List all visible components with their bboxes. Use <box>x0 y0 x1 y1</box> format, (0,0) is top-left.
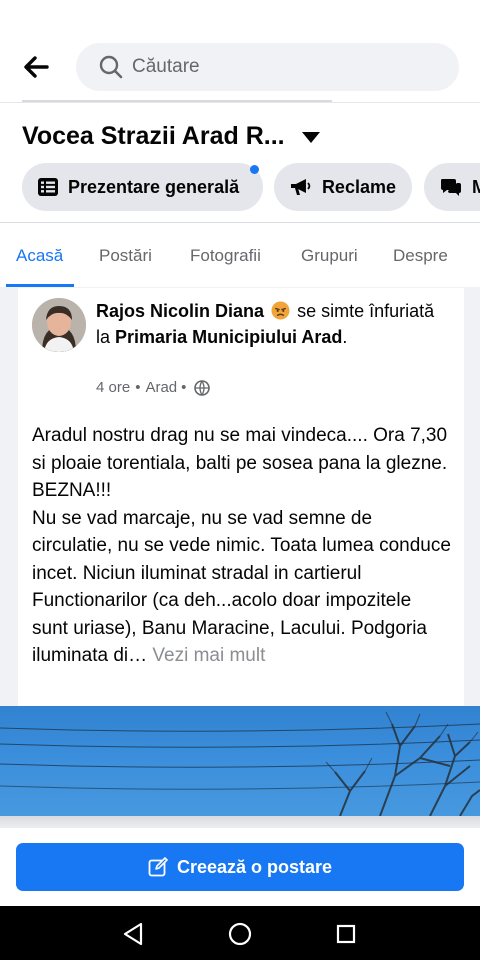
overview-pill-label: Prezentare generală <box>68 176 240 197</box>
post-time[interactable]: 4 ore <box>96 379 130 396</box>
back-button[interactable] <box>18 50 54 84</box>
create-post-button[interactable]: Creează o postare <box>16 843 464 891</box>
triangle-back-icon <box>123 922 143 946</box>
post-period: . <box>342 327 348 347</box>
back-arrow-icon <box>24 56 49 78</box>
globe-icon <box>194 379 211 396</box>
page-actions-bar: Prezentare generală Reclame M <box>22 163 480 211</box>
tab-photos[interactable]: Fotografii <box>190 246 261 266</box>
post-image[interactable] <box>0 706 480 816</box>
meta-separator: • <box>135 379 141 396</box>
post-meta: 4 ore • Arad • <box>96 379 211 396</box>
edit-icon <box>148 857 168 877</box>
page-title-row[interactable]: Vocea Strazii Arad R... <box>22 122 321 151</box>
angry-emoji-icon <box>271 301 290 320</box>
search-input[interactable]: Căutare <box>76 43 459 91</box>
tab-groups[interactable]: Grupuri <box>301 246 358 266</box>
page-tabs: Acasă Postări Fotografii Grupuri Despre <box>0 236 480 287</box>
post-text: Aradul nostru drag nu se mai vindeca....… <box>32 422 452 670</box>
tab-home[interactable]: Acasă <box>16 246 63 266</box>
create-post-bar: Creează o postare <box>0 828 480 906</box>
post-header: Rajos Nicolin Diana se simte înfuriată l… <box>96 298 446 350</box>
top-bar: Căutare <box>0 0 480 100</box>
messages-pill[interactable]: M <box>424 163 480 211</box>
ads-pill-label: Reclame <box>321 176 396 197</box>
overview-pill[interactable]: Prezentare generală <box>22 163 263 211</box>
facebook-page-screen: Căutare Vocea Strazii Arad R... Prezenta… <box>0 0 480 960</box>
nav-home-button[interactable] <box>227 921 253 947</box>
messages-pill-label: M <box>472 176 480 197</box>
create-post-label: Creează o postare <box>176 856 333 877</box>
tab-posts[interactable]: Postări <box>99 246 152 266</box>
post-body-text: Aradul nostru drag nu se mai vindeca....… <box>32 425 451 666</box>
see-more-link[interactable]: Vezi mai mult <box>152 645 265 666</box>
tab-about[interactable]: Despre <box>393 246 448 266</box>
avatar[interactable] <box>32 298 86 352</box>
system-nav-bar <box>0 906 480 960</box>
circle-home-icon <box>228 922 252 946</box>
notification-dot <box>250 165 259 174</box>
ads-pill[interactable]: Reclame <box>274 163 412 211</box>
search-placeholder: Căutare <box>132 56 200 77</box>
list-icon <box>38 178 58 196</box>
post-place[interactable]: Primaria Municipiului Arad <box>115 327 342 347</box>
page-title[interactable]: Vocea Strazii Arad R... <box>22 122 285 151</box>
post-author[interactable]: Rajos Nicolin Diana <box>96 301 264 321</box>
sky-branches-image <box>0 706 480 816</box>
nav-back-button[interactable] <box>120 921 146 947</box>
post-location[interactable]: Arad <box>145 379 177 396</box>
divider <box>0 102 480 103</box>
nav-recents-button[interactable] <box>333 921 359 947</box>
divider <box>0 222 480 223</box>
profile-photo <box>32 298 86 352</box>
square-recents-icon <box>336 924 356 944</box>
search-icon <box>99 55 123 79</box>
chat-icon <box>441 179 461 196</box>
caret-down-icon[interactable] <box>301 130 321 144</box>
meta-separator: • <box>181 379 187 396</box>
megaphone-icon <box>290 179 311 195</box>
